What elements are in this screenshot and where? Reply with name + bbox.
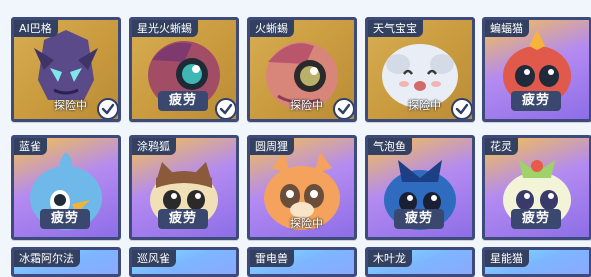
pet-card[interactable]: 巡风雀 [129, 247, 239, 277]
status-fatigue: 疲劳 [40, 209, 90, 229]
pet-card[interactable]: 气泡鱼 疲劳 [365, 135, 475, 240]
status-exploring: 探险中 [54, 99, 87, 112]
pet-name: 巡风雀 [132, 250, 176, 267]
pet-name: 气泡鱼 [368, 138, 412, 155]
check-icon[interactable] [451, 98, 472, 119]
pet-card[interactable]: 木叶龙 [365, 247, 475, 277]
pet-card[interactable]: 蝙蝠猫 疲劳 [482, 17, 591, 122]
status-fatigue: 疲劳 [158, 209, 208, 229]
check-icon[interactable] [97, 98, 118, 119]
pet-card[interactable]: 天气宝宝 探险中 [365, 17, 475, 122]
status-fatigue: 疲劳 [158, 91, 208, 111]
status-exploring: 探险中 [290, 217, 323, 230]
pet-card[interactable]: 涂鸦狐 疲劳 [129, 135, 239, 240]
pet-name: 蓝雀 [14, 138, 47, 155]
status-fatigue: 疲劳 [511, 91, 561, 111]
status-exploring: 探险中 [408, 99, 441, 112]
pet-name: 天气宝宝 [368, 20, 423, 37]
pet-name: 木叶龙 [368, 250, 412, 267]
pet-card[interactable]: 蓝雀 疲劳 [11, 135, 121, 240]
status-fatigue: 疲劳 [394, 209, 444, 229]
pet-name: 圆周狸 [250, 138, 294, 155]
pet-card[interactable]: AI巴格 探险中 [11, 17, 121, 122]
pet-card[interactable]: 星能猫 [482, 247, 591, 277]
pet-name: 冰霜阿尔法 [14, 250, 80, 267]
pet-name: 星光火蜥蜴 [132, 20, 198, 37]
pet-card[interactable]: 冰霜阿尔法 [11, 247, 121, 277]
pet-name: 花灵 [485, 138, 518, 155]
status-fatigue: 疲劳 [511, 209, 561, 229]
pet-name: 星能猫 [485, 250, 529, 267]
check-icon[interactable] [333, 98, 354, 119]
pet-card[interactable]: 星光火蜥蜴 疲劳 [129, 17, 239, 122]
pet-name: AI巴格 [14, 20, 58, 37]
pet-name: 涂鸦狐 [132, 138, 176, 155]
pet-card[interactable]: 花灵 疲劳 [482, 135, 591, 240]
check-icon[interactable] [215, 98, 236, 119]
pet-card[interactable]: 雷电兽 [247, 247, 357, 277]
pet-grid: AI巴格 探险中 星光火蜥蜴 疲劳 火蜥蜴 探险中 天气宝宝 探险中 蝙蝠猫 疲… [0, 0, 591, 277]
pet-card[interactable]: 火蜥蜴 探险中 [247, 17, 357, 122]
pet-card[interactable]: 圆周狸 探险中 [247, 135, 357, 240]
pet-name: 火蜥蜴 [250, 20, 294, 37]
pet-name: 蝙蝠猫 [485, 20, 529, 37]
status-exploring: 探险中 [290, 99, 323, 112]
pet-name: 雷电兽 [250, 250, 294, 267]
